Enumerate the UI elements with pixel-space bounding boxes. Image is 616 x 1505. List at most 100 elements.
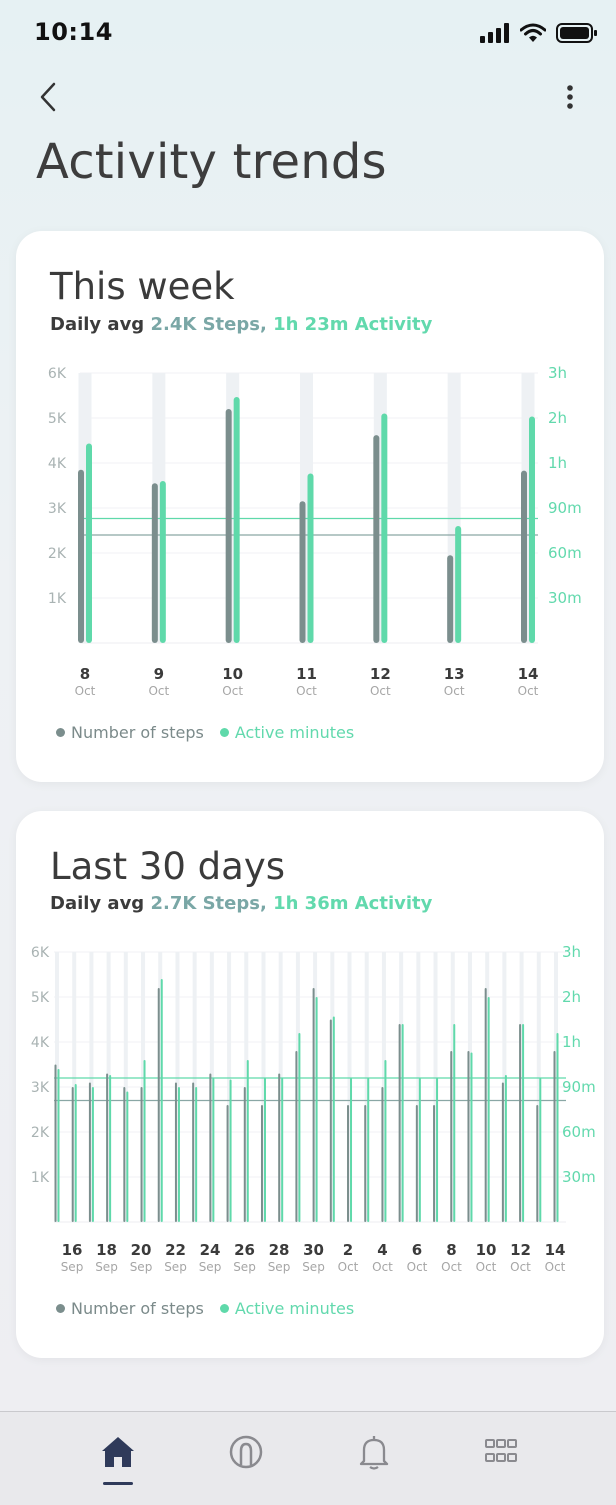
steps-bar xyxy=(88,1082,91,1222)
active-tab-indicator xyxy=(103,1482,133,1485)
x-tick-month: Oct xyxy=(222,684,243,698)
steps-bar xyxy=(329,1019,332,1222)
steps-bar xyxy=(381,1087,384,1222)
active-bar xyxy=(298,1033,301,1222)
steps-bar xyxy=(398,1024,401,1222)
right-tick-label: 2h xyxy=(562,988,581,1006)
left-tick-label: 6K xyxy=(31,945,50,961)
x-tick-day: 8 xyxy=(446,1241,456,1259)
legend-steps: Number of steps xyxy=(56,1299,204,1318)
steps-bar xyxy=(450,1051,453,1222)
active-bar xyxy=(195,1087,198,1222)
legend-active-dot xyxy=(219,728,229,737)
right-tick-label: 1h xyxy=(548,454,567,472)
x-tick-month: Oct xyxy=(407,1260,428,1274)
x-tick-day: 20 xyxy=(131,1241,152,1259)
right-tick-label: 90m xyxy=(548,499,582,517)
legend-active: Active minutes xyxy=(219,1299,355,1318)
left-tick-label: 1K xyxy=(48,591,67,607)
right-tick-label: 30m xyxy=(548,589,582,607)
x-tick-month: Sep xyxy=(199,1260,222,1274)
x-tick-day: 16 xyxy=(62,1241,83,1259)
right-tick-label: 60m xyxy=(562,1123,596,1141)
x-tick-day: 2 xyxy=(343,1241,353,1259)
active-bar xyxy=(263,1078,266,1222)
right-tick-label: 60m xyxy=(548,544,582,562)
steps-bar xyxy=(447,555,454,643)
left-tick-label: 2K xyxy=(48,546,67,562)
week-chart: 6K 3h5K 2h4K 1h3K 90m2K 60m1K 30m8Oct9Oct10Oct… xyxy=(48,364,582,698)
active-bar xyxy=(381,413,388,643)
left-tick-label: 3K xyxy=(31,1080,50,1096)
active-bar xyxy=(212,1078,215,1222)
status-time: 10:14 xyxy=(34,18,113,46)
active-bar xyxy=(539,1078,542,1222)
steps-bar xyxy=(299,501,306,643)
back-arrow-icon[interactable] xyxy=(34,80,68,114)
steps-bar xyxy=(278,1073,281,1222)
active-bar xyxy=(229,1079,232,1222)
legend-steps: Number of steps xyxy=(56,723,204,742)
x-tick-month: Oct xyxy=(338,1260,359,1274)
active-bar xyxy=(126,1091,129,1222)
last-30-days-card[interactable]: Last 30 days Daily avg 2.7K Steps, 1h 36… xyxy=(16,811,604,1358)
x-tick-day: 9 xyxy=(154,665,164,683)
week-legend: Number of steps Active minutes xyxy=(56,723,354,742)
x-tick-day: 18 xyxy=(96,1241,117,1259)
active-bar xyxy=(487,997,490,1222)
active-bar xyxy=(453,1024,456,1222)
active-bar xyxy=(522,1024,525,1222)
steps-bar xyxy=(78,469,84,643)
active-bar xyxy=(436,1078,439,1222)
x-tick-month: Sep xyxy=(302,1260,325,1274)
x-tick-day: 28 xyxy=(269,1241,290,1259)
wifi-icon xyxy=(520,23,546,42)
active-bar xyxy=(384,1060,387,1222)
active-bar xyxy=(159,481,166,643)
active-bar xyxy=(57,1069,60,1222)
status-bar: 10:14 xyxy=(0,0,616,70)
steps-bar xyxy=(225,409,232,643)
legend-steps-dot xyxy=(56,728,65,737)
steps-bar xyxy=(467,1051,470,1222)
x-tick-month: Oct xyxy=(476,1260,497,1274)
steps-bar xyxy=(157,988,160,1222)
active-bar xyxy=(556,1033,559,1222)
steps-bar xyxy=(553,1051,556,1222)
right-tick-label: 90m xyxy=(562,1078,596,1096)
bell-icon[interactable] xyxy=(354,1432,394,1472)
steps-bar xyxy=(295,1051,298,1222)
left-tick-label: 5K xyxy=(31,990,50,1006)
x-tick-day: 12 xyxy=(370,665,391,683)
active-bar xyxy=(233,397,240,643)
active-bar xyxy=(74,1084,77,1222)
left-tick-label: 5K xyxy=(48,411,67,427)
left-tick-label: 4K xyxy=(48,456,67,472)
legend-steps-dot xyxy=(56,1304,65,1313)
profile-icon[interactable] xyxy=(226,1432,266,1472)
this-week-card[interactable]: This week Daily avg 2.4K Steps, 1h 23m A… xyxy=(16,231,604,782)
active-bar xyxy=(401,1024,404,1222)
x-tick-month: Sep xyxy=(233,1260,256,1274)
active-bar xyxy=(529,416,535,643)
active-bar xyxy=(281,1078,284,1222)
x-tick-day: 26 xyxy=(234,1241,255,1259)
right-tick-label: 30m xyxy=(562,1168,596,1186)
x-tick-day: 22 xyxy=(165,1241,186,1259)
x-tick-month: Oct xyxy=(444,684,465,698)
steps-bar xyxy=(106,1073,109,1222)
x-tick-day: 12 xyxy=(510,1241,531,1259)
left-tick-label: 3K xyxy=(48,501,67,517)
x-tick-day: 24 xyxy=(200,1241,221,1259)
x-tick-month: Oct xyxy=(545,1260,566,1274)
x-tick-day: 30 xyxy=(303,1241,324,1259)
signal-icon xyxy=(480,23,509,43)
apps-grid-icon[interactable] xyxy=(481,1432,521,1472)
home-icon[interactable] xyxy=(98,1432,138,1472)
x-tick-day: 10 xyxy=(222,665,243,683)
more-options-icon[interactable] xyxy=(556,80,584,114)
legend-active-label: Active minutes xyxy=(234,1299,355,1318)
active-bar xyxy=(160,979,163,1222)
x-tick-month: Oct xyxy=(518,684,539,698)
x-tick-month: Sep xyxy=(130,1260,153,1274)
